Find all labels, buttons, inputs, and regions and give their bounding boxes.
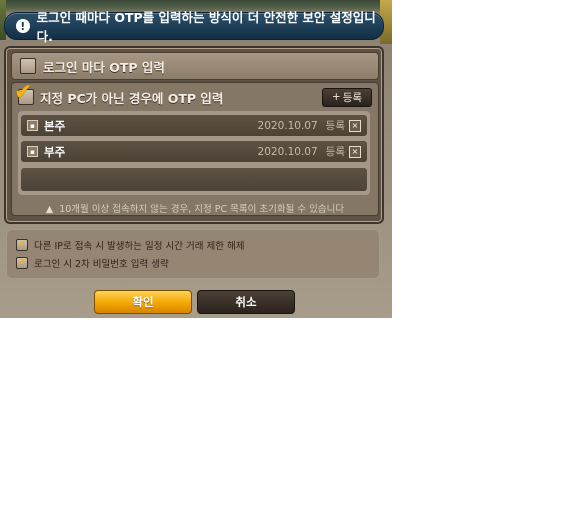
every-login-label: 로그인 마다 OTP 입력	[43, 59, 165, 75]
security-tip-banner: ! 로그인 때마다 OTP를 입력하는 방식이 더 안전한 보안 설정입니다.	[4, 10, 384, 44]
pc-status: 등록	[325, 120, 345, 132]
non-designated-label: 지정 PC가 아닌 경우에 OTP 입력	[40, 90, 224, 106]
security-tip-text: 로그인 때마다 OTP를 입력하는 방식이 더 안전한 보안 설정입니다.	[36, 10, 376, 44]
ip-restriction-checkbox[interactable]: ✔	[16, 239, 28, 251]
pc-status: 등록	[325, 146, 345, 158]
pc-list-item[interactable]: ▪ 본주 2020.10.07 등록 ×	[21, 115, 367, 136]
pc-name: 본주	[44, 118, 66, 133]
delete-icon[interactable]: ×	[349, 145, 361, 158]
designated-pc-list: ▪ 본주 2020.10.07 등록 × ▪ 부주 2020.10.07 등록 …	[18, 111, 370, 195]
warning-icon: ▲	[45, 204, 54, 215]
pc-name: 부주	[44, 144, 66, 159]
register-pc-button[interactable]: + 등록	[322, 87, 372, 107]
pc-date: 2020.10.07	[257, 119, 318, 132]
info-icon: !	[16, 19, 30, 33]
pc-list-item[interactable]: ▪ 부주 2020.10.07 등록 ×	[21, 141, 367, 162]
option-skip-second-password[interactable]: ✔ 로그인 시 2차 비밀번호 입력 생략	[16, 255, 169, 271]
option-ip-restriction[interactable]: ✔ 다른 IP로 접속 시 발생하는 일정 시간 거래 제한 해제	[16, 237, 245, 253]
pc-list-empty-slot	[21, 168, 367, 191]
confirm-button[interactable]: 확인	[94, 290, 192, 314]
additional-options-panel: ✔ 다른 IP로 접속 시 발생하는 일정 시간 거래 제한 해제 ✔ 로그인 …	[6, 229, 380, 279]
every-login-checkbox[interactable]	[20, 58, 36, 74]
reset-notice-text: 10개월 이상 접속하지 않는 경우, 지정 PC 목록이 초기화될 수 있습니…	[59, 204, 345, 215]
plus-icon: +	[331, 91, 341, 103]
checkmark-icon: ✔	[14, 80, 33, 105]
ip-restriction-label: 다른 IP로 접속 시 발생하는 일정 시간 거래 제한 해제	[34, 241, 245, 252]
skip-second-password-label: 로그인 시 2차 비밀번호 입력 생략	[34, 259, 169, 270]
pc-icon: ▪	[27, 120, 38, 131]
pc-icon: ▪	[27, 146, 38, 157]
option-every-login[interactable]: 로그인 마다 OTP 입력	[11, 52, 379, 80]
cancel-button[interactable]: 취소	[197, 290, 295, 314]
register-label: 등록	[342, 91, 363, 104]
non-designated-checkbox[interactable]: ✔	[14, 80, 34, 105]
option-non-designated-pc: ✔ 지정 PC가 아닌 경우에 OTP 입력 + 등록 ▪ 본주 2020.10…	[11, 80, 379, 216]
otp-settings-dialog: ! 로그인 때마다 OTP를 입력하는 방식이 더 안전한 보안 설정입니다. …	[0, 0, 392, 318]
delete-icon[interactable]: ×	[349, 119, 361, 132]
reset-notice: ▲ 10개월 이상 접속하지 않는 경우, 지정 PC 목록이 초기화될 수 있…	[12, 201, 378, 215]
pc-date: 2020.10.07	[257, 145, 318, 158]
skip-second-password-checkbox[interactable]: ✔	[16, 257, 28, 269]
otp-mode-panel: 로그인 마다 OTP 입력 ✔ 지정 PC가 아닌 경우에 OTP 입력 + 등…	[4, 46, 384, 224]
